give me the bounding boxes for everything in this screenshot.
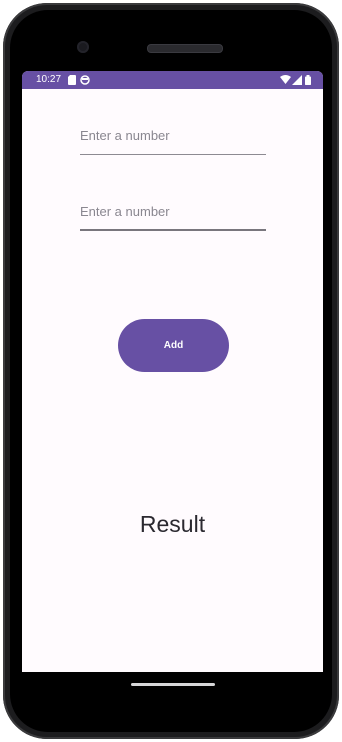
app-screen: 10:27 Enter a number Enter a number Add …	[22, 71, 323, 672]
earpiece-speaker	[147, 44, 223, 53]
home-indicator[interactable]	[131, 683, 215, 686]
result-text: Result	[139, 511, 206, 537]
status-time: 10:27	[36, 74, 62, 85]
sd-card-icon	[68, 75, 76, 88]
second-number-input[interactable]	[80, 199, 266, 231]
front-camera	[77, 41, 89, 53]
battery-icon	[305, 75, 311, 88]
status-bar: 10:27	[22, 71, 323, 89]
add-button[interactable]: Add	[118, 319, 229, 372]
cell-signal-icon	[292, 75, 302, 88]
wifi-icon	[280, 75, 291, 88]
gesture-nav-area	[22, 672, 323, 712]
first-number-input[interactable]	[80, 123, 266, 155]
sync-circle-icon	[80, 75, 90, 88]
